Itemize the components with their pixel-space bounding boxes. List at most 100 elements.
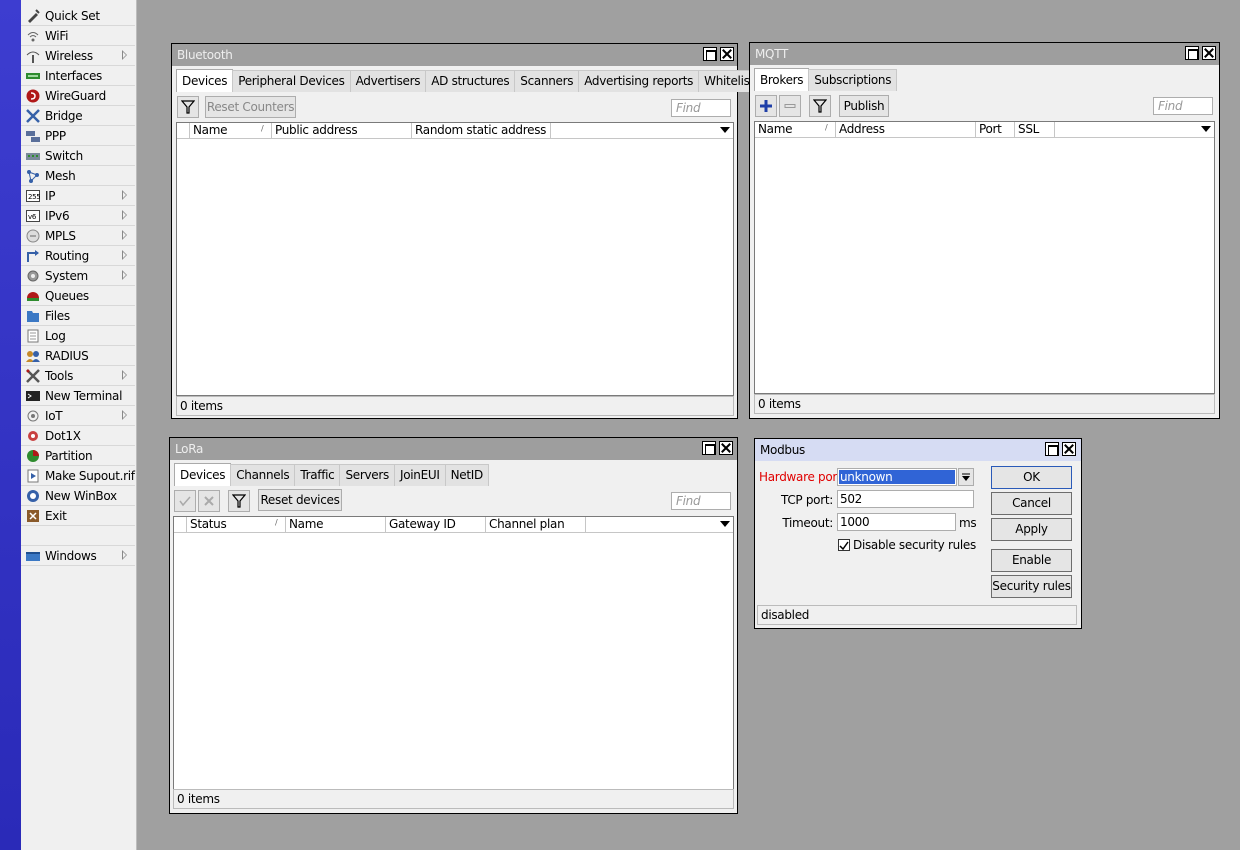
hardware-port-dropdown-button[interactable] [958, 468, 974, 486]
publish-button[interactable]: Publish [839, 95, 889, 117]
tab-subscriptions[interactable]: Subscriptions [808, 69, 898, 91]
tab-traffic[interactable]: Traffic [294, 464, 341, 486]
filter-button[interactable] [177, 96, 199, 118]
wifi-icon [26, 29, 40, 43]
add-button[interactable] [755, 95, 777, 117]
menu-item-wireguard[interactable]: WireGuard [21, 86, 135, 106]
close-button[interactable] [719, 441, 733, 455]
submenu-arrow-icon [122, 190, 127, 200]
menu-item-mesh[interactable]: Mesh [21, 166, 135, 186]
maximize-button[interactable] [702, 441, 716, 455]
maximize-button[interactable] [703, 47, 717, 61]
column-header-name[interactable]: Name [190, 123, 272, 139]
close-button[interactable] [720, 47, 734, 61]
tab-ad-structures[interactable]: AD structures [425, 70, 516, 92]
menu-item-exit[interactable]: Exit [21, 506, 135, 526]
column-header-name[interactable]: Name [286, 517, 386, 533]
menu-item-new-winbox[interactable]: New WinBox [21, 486, 135, 506]
menu-item-ppp[interactable]: PPP [21, 126, 135, 146]
wireless-icon [26, 49, 40, 63]
menu-item-ip[interactable]: 255 IP [21, 186, 135, 206]
menu-item-bridge[interactable]: Bridge [21, 106, 135, 126]
tab-devices[interactable]: Devices [174, 463, 232, 486]
window-title: Bluetooth [172, 44, 737, 66]
cancel-button[interactable]: Cancel [991, 492, 1072, 515]
wireguard-icon [26, 89, 40, 103]
column-header-port[interactable]: Port [976, 122, 1015, 138]
column-header-random-static-address[interactable]: Random static address [412, 123, 551, 139]
filter-button[interactable] [228, 490, 250, 512]
reset-counters-button[interactable]: Reset Counters [205, 96, 296, 118]
menu-item-queues[interactable]: Queues [21, 286, 135, 306]
system-icon [26, 269, 40, 283]
menu-item-make-supout[interactable]: Make Supout.rif [21, 466, 135, 486]
sort-icon: / [825, 123, 828, 132]
maximize-button[interactable] [1185, 46, 1199, 60]
close-button[interactable] [1202, 46, 1216, 60]
column-header-ssl[interactable]: SSL [1015, 122, 1055, 138]
tab-peripheral-devices[interactable]: Peripheral Devices [232, 70, 351, 92]
column-chooser-dropdown-icon[interactable] [1201, 126, 1211, 132]
ok-button[interactable]: OK [991, 466, 1072, 489]
column-chooser-dropdown-icon[interactable] [720, 521, 730, 527]
table-header: Name / Address Port SSL [755, 122, 1214, 138]
remove-button[interactable] [779, 95, 801, 117]
filter-button[interactable] [809, 95, 831, 117]
row-marker-column [174, 517, 187, 533]
column-header-gateway-id[interactable]: Gateway ID [386, 517, 486, 533]
enable-button[interactable]: Enable [991, 549, 1072, 572]
menu-item-iot[interactable]: IoT [21, 406, 135, 426]
column-header-public-address[interactable]: Public address [272, 123, 412, 139]
column-header-channel-plan[interactable]: Channel plan [486, 517, 586, 533]
tab-channels[interactable]: Channels [230, 464, 296, 486]
hardware-port-select[interactable]: unknown [837, 468, 957, 486]
close-button[interactable] [1062, 442, 1076, 456]
menu-item-ipv6[interactable]: v6 IPv6 [21, 206, 135, 226]
column-header-name[interactable]: Name [755, 122, 836, 138]
column-header-status[interactable]: Status [187, 517, 286, 533]
tab-scanners[interactable]: Scanners [514, 70, 580, 92]
menu-item-system[interactable]: System [21, 266, 135, 286]
menu-item-radius[interactable]: RADIUS [21, 346, 135, 366]
tab-joineui[interactable]: JoinEUI [393, 464, 446, 486]
menu-item-mpls[interactable]: MPLS [21, 226, 135, 246]
find-input[interactable]: Find [671, 99, 731, 117]
dot1x-icon [26, 429, 40, 443]
menu-item-wifi[interactable]: WiFi [21, 26, 135, 46]
menu-item-dot1x[interactable]: Dot1X [21, 426, 135, 446]
menu-item-files[interactable]: Files [21, 306, 135, 326]
menu-item-tools[interactable]: Tools [21, 366, 135, 386]
find-input[interactable]: Find [671, 492, 731, 510]
disable-security-rules-checkbox[interactable] [838, 539, 850, 551]
tab-brokers[interactable]: Brokers [754, 68, 810, 91]
menu-item-switch[interactable]: Switch [21, 146, 135, 166]
tcp-port-input[interactable]: 502 [837, 490, 974, 508]
timeout-input[interactable]: 1000 [837, 513, 956, 531]
window-title: LoRa [170, 438, 737, 460]
apply-button[interactable]: Apply [991, 518, 1072, 541]
menu-item-wireless[interactable]: Wireless [21, 46, 135, 66]
bluetooth-window: Bluetooth Devices Peripheral Devices Adv… [171, 43, 760, 419]
iot-icon [26, 409, 40, 423]
radius-icon [26, 349, 40, 363]
tab-advertisers[interactable]: Advertisers [349, 70, 427, 92]
menu-item-quick-set[interactable]: Quick Set [21, 6, 135, 26]
tab-devices[interactable]: Devices [176, 69, 234, 92]
tab-netid[interactable]: NetID [444, 464, 489, 486]
reset-devices-button[interactable]: Reset devices [258, 489, 342, 511]
enable-button[interactable] [174, 490, 196, 512]
tab-servers[interactable]: Servers [339, 464, 395, 486]
menu-item-new-terminal[interactable]: New Terminal [21, 386, 135, 406]
menu-item-interfaces[interactable]: Interfaces [21, 66, 135, 86]
menu-item-partition[interactable]: Partition [21, 446, 135, 466]
menu-item-routing[interactable]: Routing [21, 246, 135, 266]
menu-item-log[interactable]: Log [21, 326, 135, 346]
menu-item-windows[interactable]: Windows [21, 546, 135, 566]
security-rules-button[interactable]: Security rules [991, 575, 1072, 598]
column-chooser-dropdown-icon[interactable] [720, 127, 730, 133]
find-input[interactable]: Find [1153, 97, 1213, 115]
maximize-button[interactable] [1045, 442, 1059, 456]
column-header-address[interactable]: Address [836, 122, 976, 138]
tab-advertising-reports[interactable]: Advertising reports [578, 70, 700, 92]
disable-button[interactable] [198, 490, 220, 512]
